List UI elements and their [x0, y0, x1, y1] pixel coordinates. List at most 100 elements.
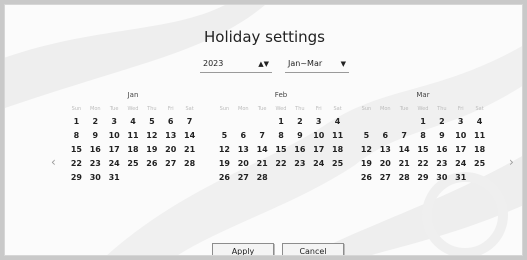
day-cell[interactable]: 13: [376, 143, 395, 157]
day-cell[interactable]: 23: [290, 157, 309, 171]
day-cell[interactable]: 11: [328, 129, 347, 143]
day-cell[interactable]: 8: [414, 129, 433, 143]
day-cell[interactable]: 28: [253, 171, 272, 185]
day-cell[interactable]: 2: [86, 115, 105, 129]
day-cell[interactable]: 14: [253, 143, 272, 157]
day-cell[interactable]: 16: [290, 143, 309, 157]
day-cell[interactable]: 20: [161, 143, 180, 157]
day-cell[interactable]: 30: [432, 171, 451, 185]
day-cell[interactable]: 24: [105, 157, 124, 171]
day-cell[interactable]: 29: [67, 171, 86, 185]
day-cell[interactable]: 9: [432, 129, 451, 143]
weekday-label: Tue: [257, 106, 267, 112]
day-cell[interactable]: 16: [432, 143, 451, 157]
day-cell[interactable]: 27: [234, 171, 253, 185]
day-cell[interactable]: 15: [414, 143, 433, 157]
day-cell[interactable]: 8: [272, 129, 291, 143]
day-cell[interactable]: 31: [451, 171, 470, 185]
day-cell[interactable]: 2: [290, 115, 309, 129]
day-cell[interactable]: 5: [142, 115, 161, 129]
day-cell[interactable]: 6: [161, 115, 180, 129]
day-cell[interactable]: 28: [395, 171, 414, 185]
day-cell[interactable]: 19: [357, 157, 376, 171]
holiday-settings-dialog: Holiday settings 2023 ▲▼ Jan~Mar ▼ ‹ › J…: [4, 4, 523, 256]
day-cell[interactable]: 4: [124, 115, 143, 129]
day-cell[interactable]: 12: [142, 129, 161, 143]
day-cell[interactable]: 12: [215, 143, 234, 157]
day-cell[interactable]: 15: [272, 143, 291, 157]
day-cell[interactable]: 26: [142, 157, 161, 171]
day-cell[interactable]: 20: [234, 157, 253, 171]
day-cell[interactable]: 19: [215, 157, 234, 171]
day-cell[interactable]: 9: [86, 129, 105, 143]
day-cell[interactable]: 6: [234, 129, 253, 143]
day-cell[interactable]: 10: [105, 129, 124, 143]
month-name: Mar: [416, 91, 430, 99]
day-cell[interactable]: 21: [180, 143, 199, 157]
day-cell[interactable]: 24: [451, 157, 470, 171]
day-cell[interactable]: 5: [357, 129, 376, 143]
day-cell[interactable]: 22: [67, 157, 86, 171]
day-cell[interactable]: 25: [328, 157, 347, 171]
day-cell[interactable]: 10: [309, 129, 328, 143]
day-cell[interactable]: 21: [395, 157, 414, 171]
day-cell[interactable]: 6: [376, 129, 395, 143]
day-cell[interactable]: 7: [180, 115, 199, 129]
day-cell[interactable]: 9: [290, 129, 309, 143]
day-cell[interactable]: 17: [451, 143, 470, 157]
year-select[interactable]: 2023 ▲▼: [200, 57, 272, 73]
day-cell[interactable]: 30: [86, 171, 105, 185]
day-cell[interactable]: 14: [395, 143, 414, 157]
day-cell[interactable]: 7: [253, 129, 272, 143]
day-cell[interactable]: 8: [67, 129, 86, 143]
day-cell[interactable]: 4: [328, 115, 347, 129]
day-cell[interactable]: 26: [357, 171, 376, 185]
day-cell[interactable]: 3: [451, 115, 470, 129]
month-range-select[interactable]: Jan~Mar ▼: [285, 57, 349, 73]
day-cell[interactable]: 17: [105, 143, 124, 157]
day-cell[interactable]: 23: [432, 157, 451, 171]
apply-button[interactable]: Apply: [212, 243, 274, 255]
day-cell[interactable]: 4: [470, 115, 489, 129]
day-cell[interactable]: 16: [86, 143, 105, 157]
day-cell[interactable]: 20: [376, 157, 395, 171]
day-cell[interactable]: 14: [180, 129, 199, 143]
day-cell[interactable]: 1: [414, 115, 433, 129]
cancel-button[interactable]: Cancel: [282, 243, 344, 255]
chevron-right-icon[interactable]: ›: [509, 155, 514, 169]
day-cell[interactable]: 27: [376, 171, 395, 185]
day-cell[interactable]: 10: [451, 129, 470, 143]
day-cell[interactable]: 15: [67, 143, 86, 157]
day-cell[interactable]: 18: [124, 143, 143, 157]
day-cell[interactable]: 1: [272, 115, 291, 129]
day-cell[interactable]: 3: [105, 115, 124, 129]
day-cell[interactable]: 21: [253, 157, 272, 171]
day-cell[interactable]: 18: [470, 143, 489, 157]
day-cell[interactable]: 13: [234, 143, 253, 157]
day-cell[interactable]: 13: [161, 129, 180, 143]
day-cell[interactable]: 3: [309, 115, 328, 129]
day-cell[interactable]: 25: [470, 157, 489, 171]
day-cell[interactable]: 7: [395, 129, 414, 143]
day-cell[interactable]: 18: [328, 143, 347, 157]
day-cell[interactable]: 1: [67, 115, 86, 129]
day-cell[interactable]: 2: [432, 115, 451, 129]
day-cell[interactable]: 12: [357, 143, 376, 157]
day-cell[interactable]: 26: [215, 171, 234, 185]
day-cell[interactable]: 31: [105, 171, 124, 185]
day-cell[interactable]: 25: [124, 157, 143, 171]
day-cell[interactable]: 22: [272, 157, 291, 171]
day-cell[interactable]: 28: [180, 157, 199, 171]
day-cell[interactable]: 17: [309, 143, 328, 157]
day-cell[interactable]: 24: [309, 157, 328, 171]
day-cell[interactable]: 29: [414, 171, 433, 185]
chevron-left-icon[interactable]: ‹: [51, 155, 56, 169]
day-cell[interactable]: 11: [124, 129, 143, 143]
day-cell[interactable]: 23: [86, 157, 105, 171]
day-cell[interactable]: 19: [142, 143, 161, 157]
day-cell[interactable]: 11: [470, 129, 489, 143]
day-cell[interactable]: 5: [215, 129, 234, 143]
day-cell[interactable]: 27: [161, 157, 180, 171]
day-cell[interactable]: 22: [414, 157, 433, 171]
weekday-label: Fri: [457, 106, 464, 112]
